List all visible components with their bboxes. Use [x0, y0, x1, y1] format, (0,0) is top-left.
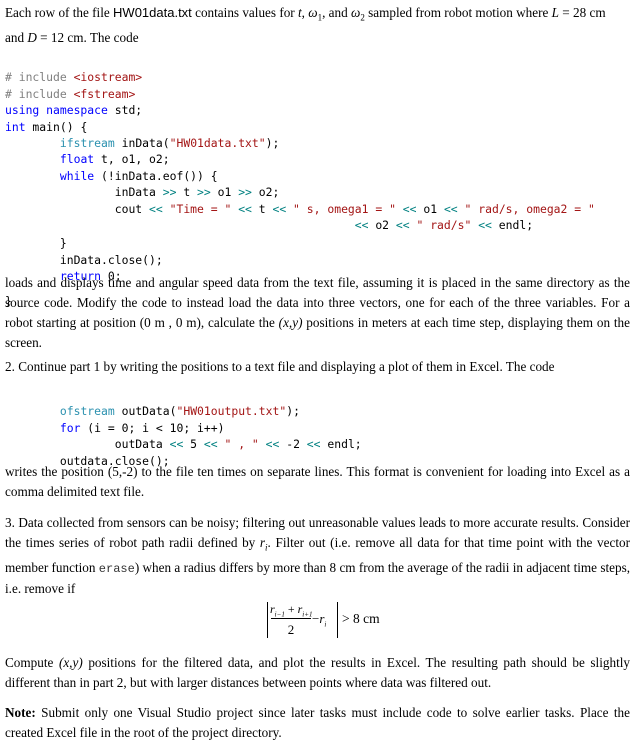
- data-filename: HW01data.txt: [113, 5, 192, 20]
- code-line: inData.close();: [5, 252, 163, 267]
- code-line: cout << "Time = " << t << " s, omega1 = …: [114, 201, 595, 216]
- var-omega1: ω: [308, 5, 318, 20]
- code-line: << o2 << " rad/s" << endl;: [354, 218, 534, 233]
- code-line: # include <fstream>: [5, 86, 136, 101]
- abs-bar-right: [337, 602, 338, 638]
- note-label: Note:: [5, 705, 36, 720]
- code-line: }: [5, 236, 67, 251]
- part2-explanation: writes the position (5,-2) to the file t…: [5, 464, 630, 499]
- code-line: using namespace std;: [5, 103, 143, 118]
- part2-heading: 2. Continue part 1 by writing the positi…: [5, 359, 555, 374]
- filter-formula: ri−1 + ri+1 2 −ri > 8 cm: [267, 602, 407, 638]
- code-line: while (!inData.eof()) {: [59, 168, 218, 183]
- intro-text: Each row of the file: [5, 5, 114, 20]
- part1-paragraph: loads and displays time and angular spee…: [5, 275, 630, 350]
- xy-notation: (x,y): [278, 315, 303, 330]
- code-line: ofstream outData("HW01output.txt");: [59, 404, 300, 419]
- code-line: outData << 5 << " , " << -2 << endl;: [114, 437, 362, 452]
- compute-paragraph: Compute (x,y) positions for the filtered…: [5, 655, 630, 690]
- formula-minus-ri: −ri: [312, 611, 327, 629]
- var-L: L: [551, 5, 559, 20]
- part3-paragraph: 3. Data collected from sensors can be no…: [5, 515, 630, 596]
- var-omega2: ω: [351, 5, 361, 20]
- code-line: int main() {: [5, 119, 88, 134]
- code-line: float t, o1, o2;: [59, 152, 170, 167]
- intro-paragraph: Each row of the file HW01data.txt contai…: [5, 5, 606, 45]
- var-D: D: [27, 29, 37, 45]
- formula-denominator: 2: [287, 622, 295, 637]
- fraction-line: [271, 618, 311, 619]
- code-line: inData >> t >> o1 >> o2;: [114, 185, 280, 200]
- formula-rhs: > 8 cm: [342, 611, 380, 626]
- code-line: # include <iostream>: [5, 70, 143, 85]
- code-line: ifstream inData("HW01data.txt");: [59, 136, 280, 151]
- abs-bar-left: [267, 602, 268, 638]
- erase-function: erase: [98, 561, 135, 576]
- note-paragraph: Note: Submit only one Visual Studio proj…: [5, 705, 630, 740]
- code-line: for (i = 0; i < 10; i++): [59, 420, 225, 435]
